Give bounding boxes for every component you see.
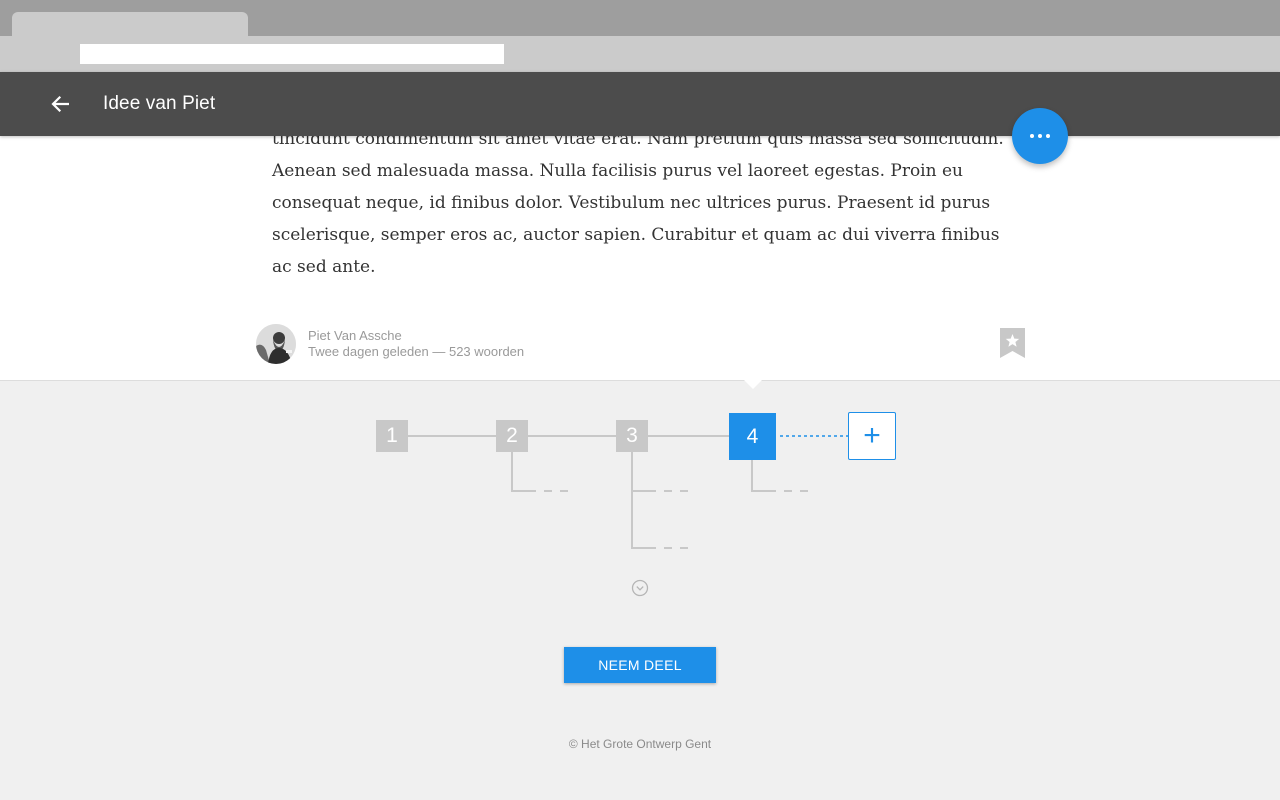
meta-separator: —: [432, 344, 446, 359]
url-input[interactable]: [80, 44, 504, 64]
add-chapter-button[interactable]: +: [848, 412, 896, 460]
chapter-node-4-active[interactable]: 4: [729, 413, 776, 460]
post-time: Twee dagen geleden: [308, 344, 429, 359]
avatar[interactable]: [256, 324, 296, 364]
app-bar: Idee van Piet: [0, 72, 1280, 136]
chapter-node-1[interactable]: 1: [376, 420, 408, 452]
page-title: Idee van Piet: [103, 93, 216, 114]
more-actions-button[interactable]: [1012, 108, 1068, 164]
author-portrait-icon: [256, 324, 296, 364]
article-card: tincidunt condimentum sit amet vitae era…: [0, 136, 1280, 381]
bookmark-star-icon: [1000, 328, 1025, 358]
chapter-node-3[interactable]: 3: [616, 420, 648, 452]
active-chapter-pointer: [744, 380, 762, 389]
browser-tabstrip: [0, 0, 1280, 36]
back-button[interactable]: [44, 88, 76, 120]
browser-address-bar: [0, 36, 1280, 72]
chapter-node-2[interactable]: 2: [496, 420, 528, 452]
chevron-down-circle-icon: [631, 579, 649, 597]
footer-copyright: © Het Grote Ontwerp Gent: [568, 737, 712, 751]
author-name[interactable]: Piet Van Assche: [308, 328, 402, 344]
article-meta: Twee dagen geleden — 523 woorden: [308, 344, 524, 360]
expand-tree-button[interactable]: [631, 579, 649, 597]
join-button[interactable]: NEEM DEEL: [564, 647, 716, 683]
bookmark-button[interactable]: [1000, 328, 1025, 358]
word-count: 523 woorden: [448, 344, 525, 359]
browser-tab[interactable]: [12, 12, 248, 36]
more-horizontal-icon: [1028, 134, 1052, 138]
arrow-left-icon: [51, 95, 69, 113]
article-body: tincidunt condimentum sit amet vitae era…: [272, 136, 1004, 277]
